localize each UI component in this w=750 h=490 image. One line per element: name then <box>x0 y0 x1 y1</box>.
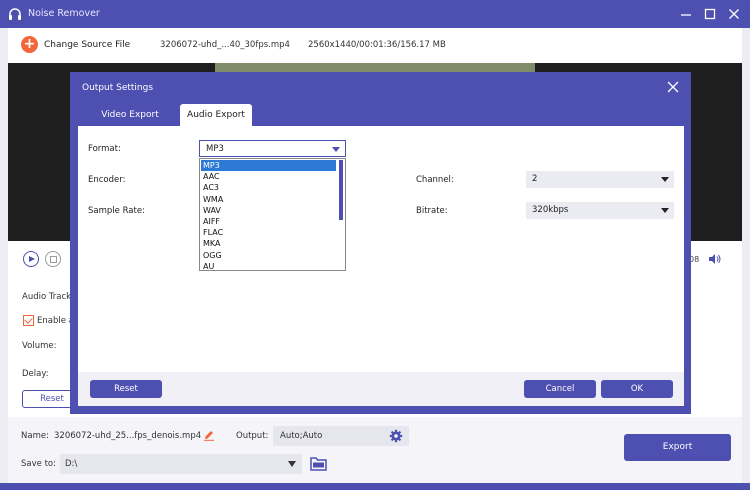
source-file-name: 3206072-uhd_...40_30fps.mp4 <box>160 40 290 50</box>
headphones-icon <box>9 8 21 20</box>
enable-checkbox[interactable] <box>23 315 34 326</box>
encoder-label: Encoder: <box>88 175 126 185</box>
save-to-value: D:\ <box>65 459 78 469</box>
reset-button[interactable]: Reset <box>90 380 162 398</box>
output-field: Auto;Auto <box>273 426 409 446</box>
maximize-icon <box>704 8 716 20</box>
output-value: Auto;Auto <box>280 431 323 441</box>
format-option[interactable]: WAV <box>201 205 336 216</box>
dropdown-scrollbar[interactable] <box>339 160 343 220</box>
format-option[interactable]: AU <box>201 261 336 272</box>
format-label: Format: <box>88 144 121 154</box>
save-to-select[interactable]: D:\ <box>60 454 302 474</box>
source-bar: + Change Source File 3206072-uhd_...40_3… <box>8 28 742 63</box>
dialog-body: Format: MP3 Encoder: Sample Rate: Channe… <box>78 126 684 372</box>
minimize-icon <box>681 14 691 16</box>
window-bottom-edge <box>0 483 750 490</box>
maximize-button[interactable] <box>702 6 718 22</box>
close-button[interactable] <box>726 6 742 22</box>
format-option[interactable]: AAC <box>201 171 336 182</box>
minimize-button[interactable] <box>678 6 694 22</box>
format-option[interactable]: MP3 <box>201 160 336 172</box>
dialog-close-icon[interactable] <box>666 80 680 94</box>
bitrate-value: 320kbps <box>532 205 569 215</box>
app-title: Noise Remover <box>28 8 100 19</box>
save-to-label: Save to: <box>21 459 56 469</box>
name-label: Name: <box>21 431 49 441</box>
format-option[interactable]: FLAC <box>201 227 336 238</box>
format-option[interactable]: AIFF <box>201 216 336 227</box>
format-dropdown-list: MP3 AAC AC3 WMA WAV AIFF FLAC MKA OGG AU <box>199 158 346 271</box>
format-option[interactable]: AC3 <box>201 182 336 193</box>
stop-icon[interactable] <box>45 251 61 267</box>
add-file-button[interactable]: + <box>21 36 38 53</box>
gear-icon[interactable] <box>389 429 403 443</box>
channel-select[interactable]: 2 <box>526 171 674 188</box>
output-file-name: 3206072-uhd_25...fps_denois.mp4 <box>54 431 202 441</box>
export-button[interactable]: Export <box>624 434 731 461</box>
format-option[interactable]: MKA <box>201 238 336 249</box>
channel-label: Channel: <box>416 175 454 185</box>
output-settings-dialog: Output Settings Video Export Audio Expor… <box>70 72 691 414</box>
chevron-down-icon <box>288 461 296 467</box>
chevron-down-icon <box>661 177 669 182</box>
bitrate-label: Bitrate: <box>416 206 448 216</box>
sample-rate-label: Sample Rate: <box>88 206 145 216</box>
play-icon[interactable] <box>23 251 39 267</box>
tab-video-export[interactable]: Video Export <box>90 104 170 126</box>
title-bar: Noise Remover <box>0 0 750 28</box>
folder-icon[interactable] <box>310 456 327 471</box>
tab-audio-export[interactable]: Audio Export <box>180 104 252 126</box>
close-icon <box>729 9 739 19</box>
change-source-button[interactable]: Change Source File <box>44 40 130 50</box>
source-file-meta: 2560x1440/00:01:36/156.17 MB <box>308 40 446 50</box>
chevron-down-icon <box>332 147 340 152</box>
format-option[interactable]: WMA <box>201 194 336 205</box>
format-option[interactable]: OGG <box>201 250 336 261</box>
format-select[interactable]: MP3 <box>199 140 346 157</box>
enable-label: Enable a <box>37 316 74 326</box>
dialog-title: Output Settings <box>82 83 154 93</box>
ok-button[interactable]: OK <box>601 380 673 398</box>
dialog-footer: Reset Cancel OK <box>78 372 684 406</box>
chevron-down-icon <box>661 208 669 213</box>
bottom-bar: Name: 3206072-uhd_25...fps_denois.mp4 Ou… <box>8 417 742 483</box>
cancel-button[interactable]: Cancel <box>524 380 596 398</box>
output-label: Output: <box>236 431 269 441</box>
audio-track-label: Audio Track <box>22 292 72 302</box>
bitrate-select[interactable]: 320kbps <box>526 202 674 219</box>
volume-label: Volume: <box>22 341 57 351</box>
format-value: MP3 <box>206 144 224 154</box>
delay-label: Delay: <box>22 369 49 379</box>
volume-icon[interactable] <box>708 253 722 265</box>
channel-value: 2 <box>532 174 538 184</box>
edit-icon[interactable] <box>203 429 215 441</box>
